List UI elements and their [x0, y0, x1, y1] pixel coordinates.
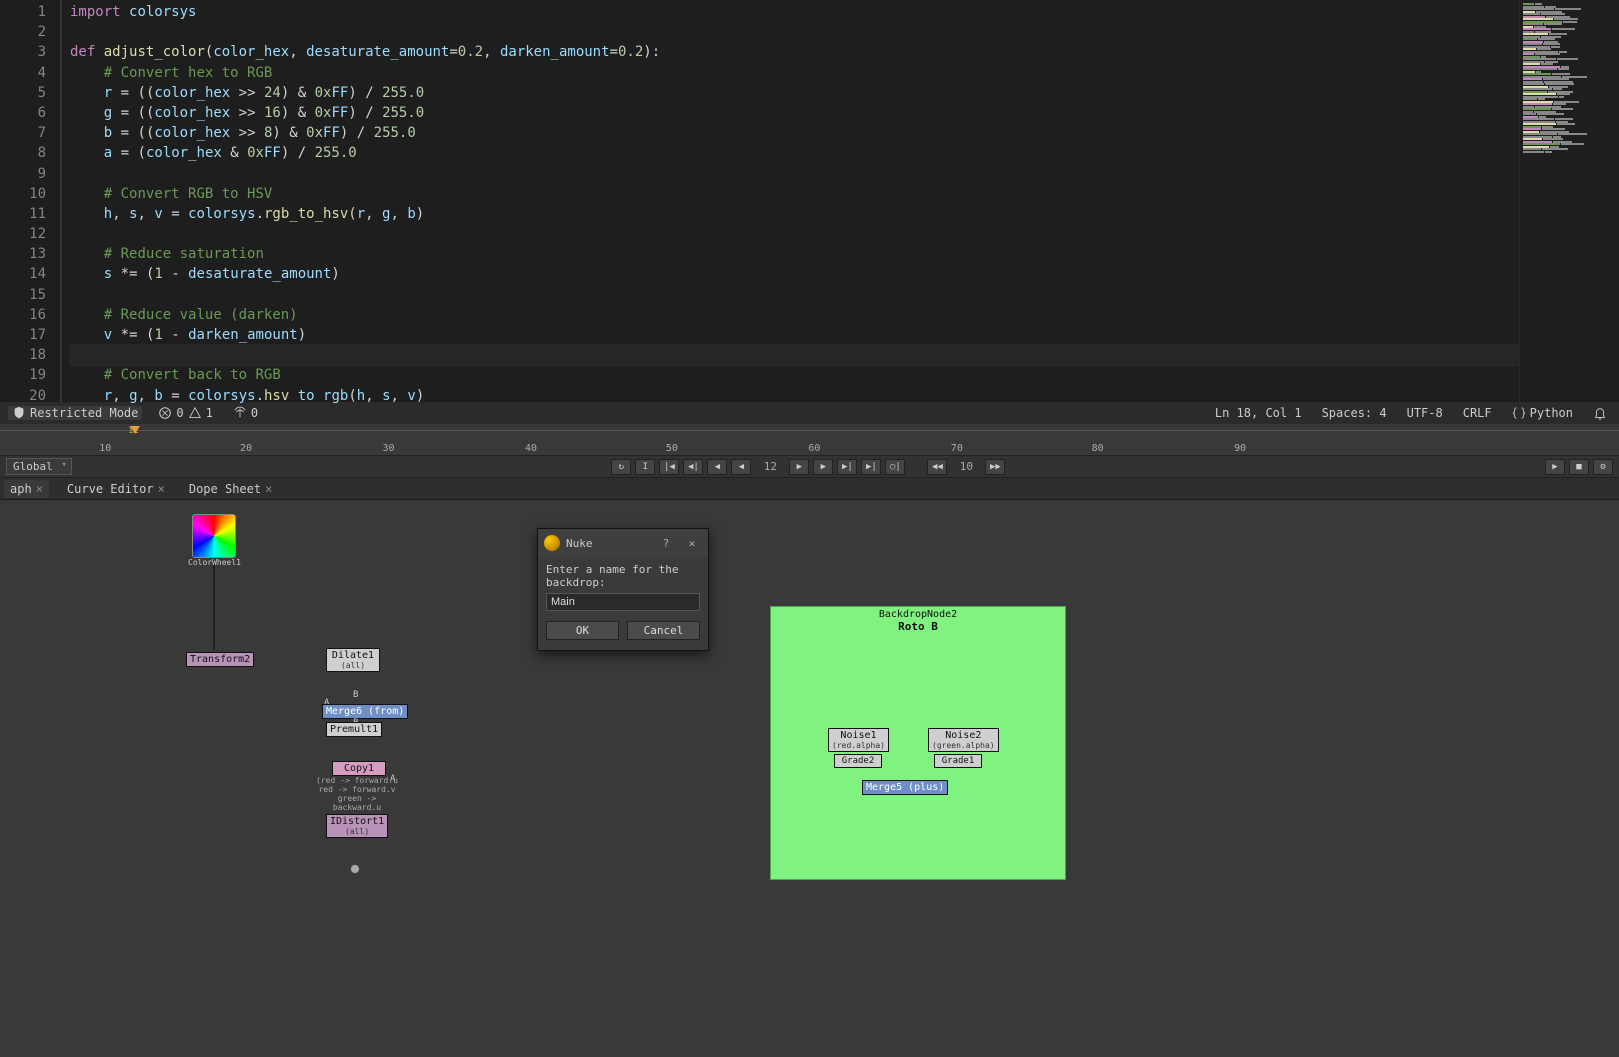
go-end-button[interactable]: ▶|	[861, 459, 881, 475]
node-grade2[interactable]: Grade2	[834, 754, 882, 768]
node-dilate[interactable]: Dilate1 (all)	[326, 648, 380, 672]
close-icon[interactable]: ×	[158, 482, 165, 496]
tab-dope-sheet[interactable]: Dope Sheet ×	[183, 480, 278, 498]
error-icon	[158, 406, 172, 420]
nuke-icon	[544, 535, 560, 551]
step-forward-button[interactable]: ▶	[813, 459, 833, 475]
close-icon[interactable]: ×	[36, 482, 43, 496]
language-indicator[interactable]: Python	[1508, 406, 1577, 420]
cursor-position[interactable]: Ln 18, Col 1	[1211, 406, 1306, 420]
node-label: Noise2	[945, 730, 981, 741]
cancel-button[interactable]: Cancel	[627, 621, 700, 640]
node-label: Noise1	[840, 730, 876, 741]
ok-button[interactable]: OK	[546, 621, 619, 640]
node-copy[interactable]: Copy1	[332, 761, 386, 776]
node-idistort[interactable]: IDistort1 (all)	[326, 814, 388, 838]
help-icon[interactable]: ?	[656, 537, 676, 550]
close-icon[interactable]: ✕	[682, 537, 702, 550]
input-label-a2: A	[390, 774, 395, 784]
out-point-button[interactable]: ○|	[885, 459, 905, 475]
warning-count: 1	[206, 406, 213, 420]
dialog-title: Nuke	[566, 537, 650, 550]
node-graph[interactable]: ColorWheel1 Transform2 Dilate1 (all) B A…	[0, 500, 1619, 1057]
range-end-button[interactable]: ▶▶	[985, 459, 1005, 475]
backdrop-name-input[interactable]	[546, 593, 700, 611]
viewer-stop-button[interactable]: ■	[1569, 459, 1589, 475]
close-icon[interactable]: ×	[265, 482, 272, 496]
notifications-button[interactable]	[1589, 406, 1611, 420]
tab-curve-editor[interactable]: Curve Editor ×	[61, 480, 171, 498]
eol-indicator[interactable]: CRLF	[1459, 406, 1496, 420]
restricted-mode-label: Restricted Mode	[30, 406, 138, 420]
node-merge6[interactable]: Merge6 (from)	[322, 704, 408, 719]
dialog-prompt: Enter a name for the backdrop:	[546, 563, 700, 589]
input-label-b: B	[353, 690, 358, 700]
node-label: Grade2	[842, 756, 875, 766]
node-premult[interactable]: Premult1	[326, 722, 382, 737]
node-noise2[interactable]: Noise2 (green.alpha)	[928, 728, 999, 752]
play-back-button[interactable]: ◀	[731, 459, 751, 475]
warning-icon	[188, 406, 202, 420]
minimap[interactable]	[1519, 0, 1619, 402]
go-start-button[interactable]: |◀	[659, 459, 679, 475]
shield-icon	[12, 406, 26, 420]
node-transform[interactable]: Transform2	[186, 652, 254, 667]
dialog-titlebar[interactable]: Nuke ? ✕	[538, 529, 708, 557]
node-label: Transform2	[190, 654, 250, 665]
node-label: Premult1	[330, 724, 378, 735]
ports-count: 0	[251, 406, 258, 420]
restricted-mode-badge[interactable]: Restricted Mode	[8, 406, 142, 420]
viewer-settings-button[interactable]: ⚙	[1593, 459, 1613, 475]
node-noise1[interactable]: Noise1 (red.alpha)	[828, 728, 889, 752]
backdrop-node[interactable]: BackdropNode2 Roto B	[770, 606, 1066, 880]
code-area[interactable]: import colorsysdef adjust_color(color_he…	[60, 0, 1519, 402]
timeline-ruler[interactable]: 102030405060708090 12	[0, 424, 1619, 456]
node-label: Grade1	[942, 756, 975, 766]
step-back-keyframe-button[interactable]: ◀|	[683, 459, 703, 475]
node-grade1[interactable]: Grade1	[934, 754, 982, 768]
node-label: IDistort1	[330, 816, 384, 827]
current-frame-right: 10	[951, 460, 981, 473]
error-count: 0	[176, 406, 183, 420]
node-dot[interactable]	[350, 864, 360, 874]
indent-indicator[interactable]: Spaces: 4	[1318, 406, 1391, 420]
nuke-panel: 102030405060708090 12 Global ↻ I |◀ ◀| ◀…	[0, 424, 1619, 1057]
braces-icon	[1512, 406, 1526, 420]
problems-indicator[interactable]: 0 1	[154, 406, 216, 420]
graph-edges	[0, 500, 300, 650]
range-start-button[interactable]: ◀◀	[927, 459, 947, 475]
in-point-button[interactable]: I	[635, 459, 655, 475]
node-merge5[interactable]: Merge5 (plus)	[862, 780, 948, 795]
scope-dropdown[interactable]: Global	[6, 458, 72, 475]
node-label: Dilate1	[332, 650, 374, 661]
play-forward-button[interactable]: ▶	[789, 459, 809, 475]
bell-icon	[1593, 406, 1607, 420]
playhead-label: 12	[128, 426, 139, 436]
antenna-icon	[233, 406, 247, 420]
node-label: Merge5 (plus)	[866, 782, 944, 793]
loop-button[interactable]: ↻	[611, 459, 631, 475]
current-frame-left: 12	[755, 460, 785, 473]
ports-indicator[interactable]: 0	[229, 406, 262, 420]
node-label: ColorWheel1	[188, 558, 240, 567]
playback-controls: Global ↻ I |◀ ◀| ◀ ◀ 12 ▶ ▶ ▶| ▶| ○| ◀◀ …	[0, 456, 1619, 478]
backdrop-label: Roto B	[771, 620, 1065, 633]
node-label: Merge6 (from)	[326, 706, 404, 717]
backdrop-name-dialog: Nuke ? ✕ Enter a name for the backdrop: …	[537, 528, 709, 651]
node-label: Copy1	[344, 763, 374, 774]
node-colorwheel[interactable]: ColorWheel1	[188, 514, 240, 567]
step-forward-keyframe-button[interactable]: ▶|	[837, 459, 857, 475]
colorwheel-icon	[192, 514, 236, 558]
code-editor: 1234567891011121314151617181920 import c…	[0, 0, 1619, 402]
backdrop-name: BackdropNode2	[771, 609, 1065, 620]
encoding-indicator[interactable]: UTF-8	[1403, 406, 1447, 420]
line-gutter: 1234567891011121314151617181920	[0, 0, 60, 402]
viewer-play-button[interactable]: ▶	[1545, 459, 1565, 475]
panel-tabs: aph × Curve Editor × Dope Sheet ×	[0, 478, 1619, 500]
step-back-button[interactable]: ◀	[707, 459, 727, 475]
tab-node-graph[interactable]: aph ×	[4, 480, 49, 498]
